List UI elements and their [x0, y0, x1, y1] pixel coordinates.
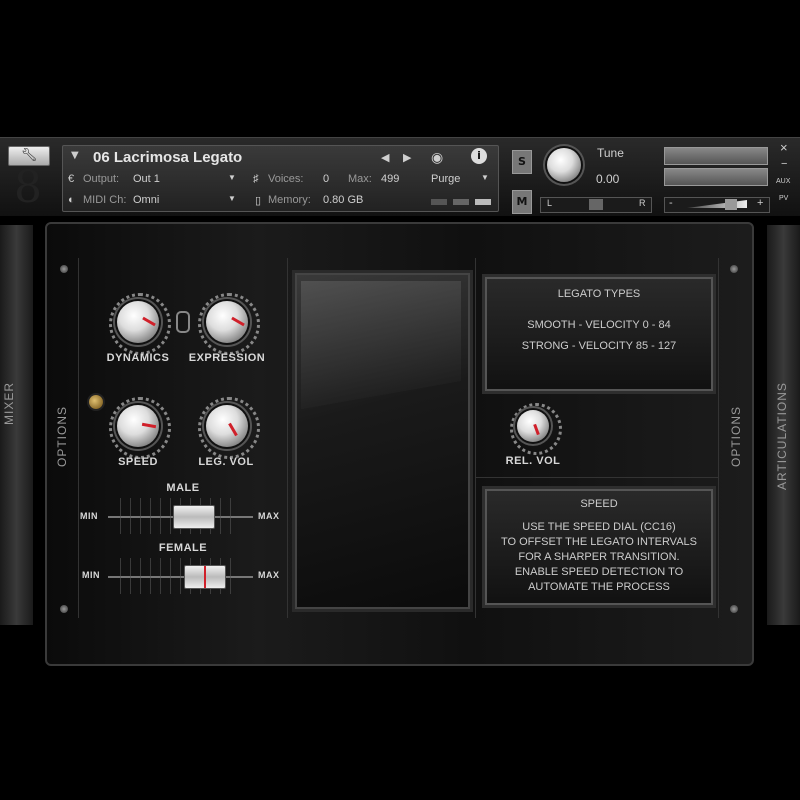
aux-button[interactable]: AUX — [776, 178, 790, 185]
pv-button[interactable]: PV — [779, 195, 788, 202]
divider — [718, 258, 719, 618]
articulations-label[interactable]: ARTICULATIONS — [775, 382, 789, 490]
pan-slider[interactable]: L R — [540, 197, 652, 213]
instrument-name[interactable]: 06 Lacrimosa Legato — [93, 149, 242, 166]
info-icon[interactable]: i — [471, 148, 487, 164]
speed-info-line: USE THE SPEED DIAL (CC16) — [522, 521, 676, 533]
speed-info-line: TO OFFSET THE LEGATO INTERVALS — [500, 536, 697, 548]
meter-segment — [475, 199, 491, 205]
glass-reflection — [301, 281, 461, 436]
solo-button[interactable]: S — [512, 150, 532, 174]
volume-minus-button[interactable]: - — [669, 197, 673, 209]
minimize-button[interactable]: − — [781, 158, 787, 170]
male-label: MALE — [166, 482, 200, 494]
legato-types-title: LEGATO TYPES — [557, 288, 641, 300]
output-label: Output: — [83, 173, 120, 185]
pan-left-label: L — [547, 198, 553, 208]
memory-label: Memory: — [268, 194, 311, 206]
tune-value[interactable]: 0.00 — [596, 172, 619, 186]
midi-label: MIDI Ch: — [83, 194, 127, 206]
speed-info-line: ENABLE SPEED DETECTION TO — [514, 566, 684, 578]
camera-icon[interactable]: ◉ — [431, 149, 443, 166]
leg-vol-knob[interactable] — [206, 405, 248, 447]
prev-instrument-icon[interactable]: ◀ — [381, 151, 389, 164]
rel-vol-label: REL. VOL — [505, 455, 561, 467]
instrument-header: 🔧︎ 8 ▼ 06 Lacrimosa Legato ◀ ▶ ◉ i € Out… — [0, 137, 800, 216]
mixer-sidebar[interactable]: MIXER — [0, 225, 33, 625]
midi-icon: ◐ — [68, 194, 75, 206]
divider — [78, 258, 79, 618]
leg-vol-label: LEG. VOL — [198, 456, 254, 468]
dropdown-arrow-icon[interactable]: ▼ — [71, 150, 79, 161]
purge-dropdown-icon[interactable]: ▼ — [481, 173, 489, 182]
expression-label: EXPRESSION — [188, 352, 266, 364]
max-label: Max: — [348, 173, 372, 185]
female-min-label: MIN — [82, 570, 100, 580]
output-icon: € — [68, 173, 75, 185]
max-voices-value[interactable]: 499 — [381, 173, 399, 185]
screw — [60, 265, 68, 273]
pan-handle[interactable] — [589, 199, 603, 210]
mute-button[interactable]: M — [512, 190, 532, 214]
midi-channel-select[interactable]: Omni — [133, 194, 159, 206]
instrument-info-box: ▼ 06 Lacrimosa Legato ◀ ▶ ◉ i € Output: … — [62, 145, 499, 212]
voices-icon: ♯ — [253, 173, 259, 185]
male-min-label: MIN — [80, 511, 98, 521]
divider — [475, 477, 718, 478]
screw — [60, 605, 68, 613]
output-select[interactable]: Out 1 — [133, 173, 160, 185]
center-display — [292, 270, 473, 612]
mixer-label[interactable]: MIXER — [2, 382, 16, 425]
articulations-sidebar[interactable]: ARTICULATIONS — [767, 225, 800, 625]
legato-strong-text: STRONG - VELOCITY 85 - 127 — [521, 340, 677, 352]
memory-value: 0.80 GB — [323, 194, 364, 206]
dynamics-label: DYNAMICS — [106, 352, 170, 364]
next-instrument-icon[interactable]: ▶ — [403, 151, 411, 164]
close-button[interactable]: × — [780, 140, 788, 155]
speed-label: SPEED — [118, 456, 158, 468]
divider — [475, 258, 476, 618]
volume-plus-button[interactable]: + — [757, 197, 763, 209]
voices-label: Voices: — [268, 173, 304, 185]
screw — [730, 265, 738, 273]
female-label: FEMALE — [158, 542, 208, 554]
meter-segment — [431, 199, 447, 205]
volume-slider[interactable]: - + — [664, 197, 770, 213]
speed-info-line: FOR A SHARPER TRANSITION. — [518, 551, 680, 563]
volume-ramp — [687, 200, 747, 208]
speed-info-title: SPEED — [580, 498, 618, 510]
purge-menu[interactable]: Purge — [431, 173, 460, 185]
speed-info-display: SPEED USE THE SPEED DIAL (CC16) TO OFFSE… — [482, 486, 716, 608]
midi-dropdown-icon[interactable]: ▼ — [228, 194, 236, 203]
legato-smooth-text: SMOOTH - VELOCITY 0 - 84 — [527, 319, 671, 331]
legato-types-display: LEGATO TYPES SMOOTH - VELOCITY 0 - 84 ST… — [482, 274, 716, 394]
male-fader-handle[interactable] — [173, 505, 215, 529]
screw — [730, 605, 738, 613]
female-fader-handle[interactable] — [184, 565, 226, 589]
voices-value: 0 — [323, 173, 330, 185]
meter-segment — [453, 199, 469, 205]
pan-right-label: R — [639, 198, 646, 208]
output-dropdown-icon[interactable]: ▼ — [228, 173, 236, 182]
female-max-label: MAX — [258, 570, 280, 580]
kontakt-logo: 8 — [14, 162, 42, 213]
fader-red-mark — [204, 566, 206, 588]
level-meter-right — [664, 168, 768, 186]
tune-label: Tune — [597, 146, 624, 160]
male-max-label: MAX — [258, 511, 280, 521]
memory-icon: ▯ — [255, 195, 262, 207]
divider — [287, 258, 288, 618]
level-meter-left — [664, 147, 768, 165]
link-icon[interactable] — [176, 311, 190, 333]
speed-detection-led[interactable] — [89, 395, 103, 409]
options-right-button[interactable]: OPTIONS — [729, 406, 743, 467]
options-left-button[interactable]: OPTIONS — [55, 406, 69, 467]
volume-handle[interactable] — [725, 199, 737, 210]
speed-info-line: AUTOMATE THE PROCESS — [528, 581, 670, 593]
tune-knob[interactable] — [547, 148, 581, 182]
